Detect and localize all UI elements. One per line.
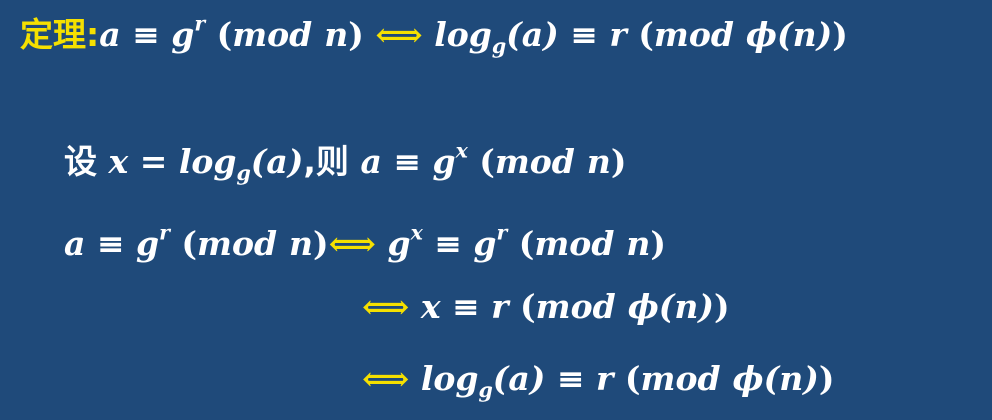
step2-mod-open: (	[520, 287, 536, 326]
step1-mod: mod	[197, 224, 278, 263]
step1-a: a	[64, 224, 86, 263]
step1-mod-2: mod	[534, 224, 615, 263]
theorem-label: 定理:	[20, 15, 100, 54]
let-exp-x: x	[455, 138, 468, 163]
theorem-congruent-2: ≡	[570, 15, 598, 54]
let-log-arg: (a)	[250, 142, 304, 181]
step1-mod2-close: )	[650, 224, 667, 263]
theorem-line: 定理:a ≡ gr (mod n) ⟺ logg(a) ≡ r (mod ϕ(n))	[20, 13, 848, 56]
step1-n2: n	[626, 224, 651, 263]
step1-congruent: ≡	[96, 224, 125, 263]
step3-iff: ⟺	[362, 359, 410, 398]
theorem-log: log	[434, 15, 492, 54]
theorem-exp-r: r	[194, 11, 206, 36]
step1-g: g	[136, 224, 160, 263]
theorem-log-base: g	[491, 34, 507, 59]
let-equals: =	[139, 142, 168, 181]
step3-mod-close: )	[818, 359, 835, 398]
step3-mod-open: (	[624, 359, 641, 398]
step2-iff: ⟺	[362, 287, 410, 326]
theorem-phi: ϕ	[745, 15, 777, 54]
step3-log-base: g	[478, 378, 493, 403]
let-g: g	[432, 142, 456, 181]
step2-congruent: ≡	[452, 287, 480, 326]
step3-log-arg: (a)	[492, 359, 546, 398]
theorem-a: a	[99, 15, 121, 54]
step1-n: n	[289, 224, 314, 263]
let-line: 设 x = logg(a),则 a ≡ gx (mod n)	[64, 140, 627, 183]
theorem-iff: ⟺	[375, 15, 423, 54]
let-log-base: g	[236, 161, 251, 186]
step3-phi-arg: (n)	[763, 359, 819, 398]
let-a: a	[360, 142, 382, 181]
step3-log: log	[420, 359, 479, 398]
step3-line: ⟺ logg(a) ≡ r (mod ϕ(n))	[362, 359, 835, 400]
theorem-mod-open: (	[216, 15, 233, 54]
let-mod: mod	[494, 142, 575, 181]
step3-congruent: ≡	[556, 359, 585, 398]
let-congruent: ≡	[393, 142, 421, 181]
step1-iff: ⟺	[328, 224, 376, 263]
theorem-r: r	[609, 15, 627, 54]
step1-g3: g	[473, 224, 497, 263]
step1-mod-open: (	[181, 224, 198, 263]
theorem-mod2-close: )	[832, 15, 848, 54]
theorem-g: g	[171, 15, 195, 54]
step3-phi: ϕ	[732, 359, 764, 398]
step1-mod-close: )	[313, 224, 329, 263]
theorem-mod-close: )	[348, 15, 364, 54]
step2-phi-arg: (n)	[658, 287, 714, 326]
step2-r: r	[491, 287, 509, 326]
step1-line: a ≡ gr (mod n)⟺ gx ≡ gr (mod n)	[64, 222, 667, 263]
let-log: log	[178, 142, 237, 181]
step1-exp-r2: r	[496, 220, 508, 245]
let-comma-ze: ,则	[303, 142, 349, 181]
step2-phi: ϕ	[627, 287, 659, 326]
step3-mod: mod	[640, 359, 721, 398]
let-n: n	[586, 142, 611, 181]
step1-g2: g	[387, 224, 411, 263]
theorem-mod2-open: (	[638, 15, 654, 54]
theorem-mod-2: mod	[653, 15, 734, 54]
theorem-congruent: ≡	[132, 15, 160, 54]
step2-line: ⟺ x ≡ r (mod ϕ(n))	[362, 290, 730, 323]
let-mod-open: (	[479, 142, 495, 181]
let-mod-close: )	[610, 142, 627, 181]
theorem-phi-arg: (n)	[777, 15, 833, 54]
theorem-n: n	[324, 15, 349, 54]
step1-exp-r: r	[159, 220, 170, 245]
let-she: 设	[64, 142, 97, 181]
math-slide: 定理:a ≡ gr (mod n) ⟺ logg(a) ≡ r (mod ϕ(n))…	[0, 0, 992, 420]
theorem-mod: mod	[232, 15, 313, 54]
step2-mod: mod	[535, 287, 616, 326]
step2-mod-close: )	[714, 287, 730, 326]
step1-exp-x: x	[410, 220, 423, 245]
step2-x: x	[420, 287, 441, 326]
step1-mod2-open: (	[518, 224, 535, 263]
step3-r: r	[596, 359, 614, 398]
theorem-log-arg: (a)	[506, 15, 559, 54]
let-x: x	[108, 142, 129, 181]
step1-congruent-2: ≡	[434, 224, 462, 263]
